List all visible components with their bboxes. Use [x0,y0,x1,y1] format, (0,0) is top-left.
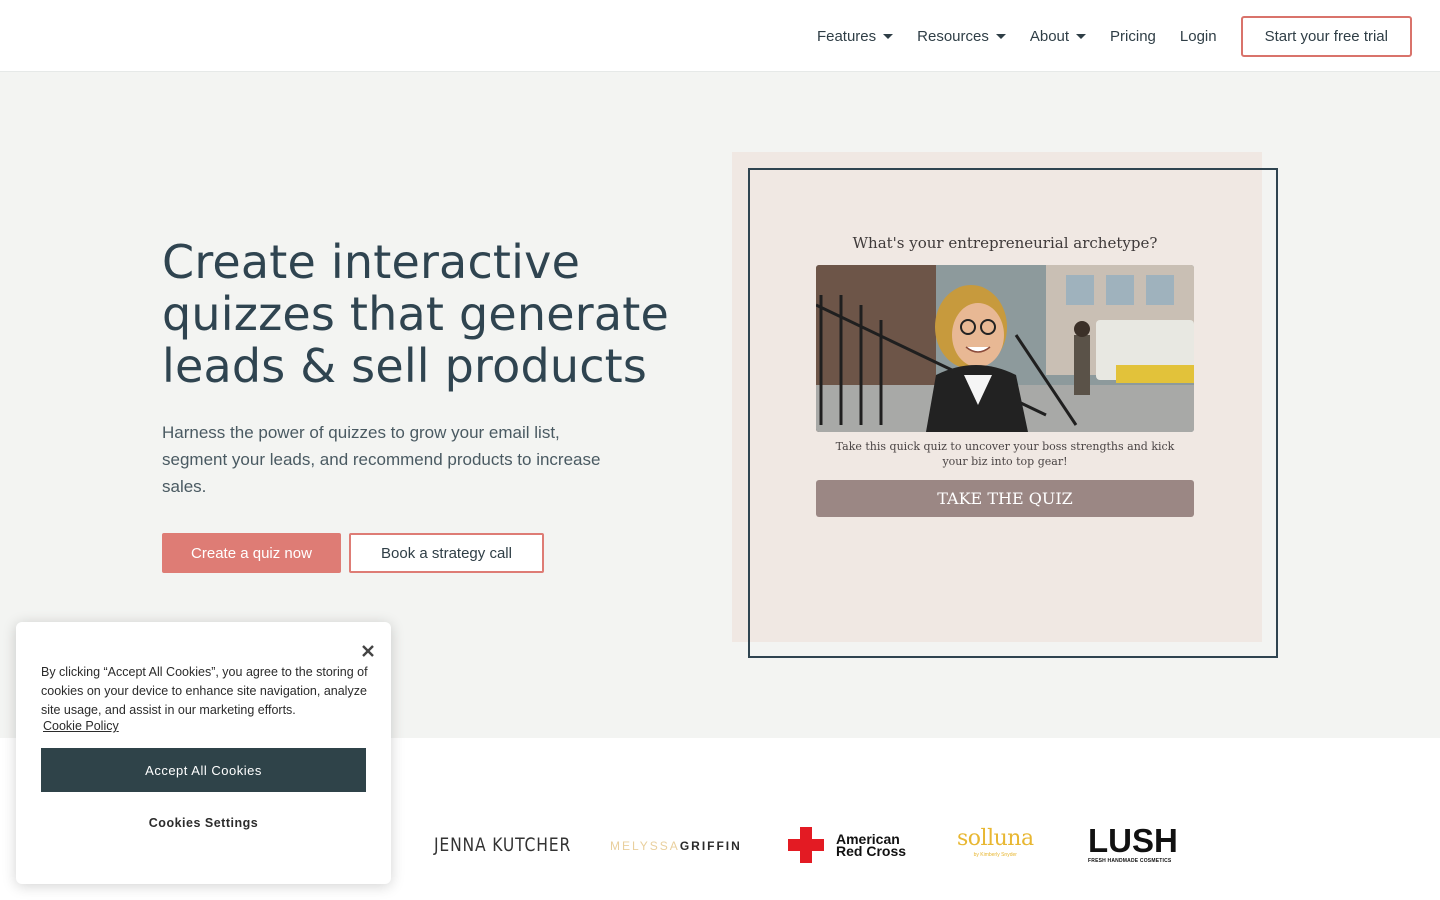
hero-title-line: leads & sell products [162,339,648,393]
nav-pricing[interactable]: Pricing [1110,28,1156,45]
cookie-banner: By clicking “Accept All Cookies”, you ag… [16,622,391,884]
logo-jenna-kutcher: JENNA KUTCHER [434,834,572,856]
logo-solluna-sub: by Kimberly Snyder [973,852,1017,858]
cookie-text: By clicking “Accept All Cookies”, you ag… [41,665,368,717]
main-nav: Features Resources About Pricing Login S… [817,0,1412,72]
logo-melyssa-part: MELYSSA [610,839,680,853]
cookie-policy-link[interactable]: Cookie Policy [43,719,119,733]
site-header: Features Resources About Pricing Login S… [0,0,1440,72]
nav-resources[interactable]: Resources [917,28,1006,45]
chevron-down-icon [883,33,894,39]
logo-arc-text: American Red Cross [836,832,907,859]
create-quiz-button[interactable]: Create a quiz now [162,533,341,573]
logo-lush: LUSH FRESH HANDMADE COSMETICS [1088,822,1178,864]
logo-arc-line: Red Cross [836,843,907,859]
nav-resources-label: Resources [917,27,989,45]
quiz-title: What's your entrepreneurial archetype? [852,234,1158,252]
logo-american-red-cross: American Red Cross [788,827,906,863]
nav-about-label: About [1029,27,1070,45]
logo-lush-name: LUSH [1088,822,1178,859]
start-free-trial-button[interactable]: Start your free trial [1240,15,1412,57]
accept-all-cookies-button[interactable]: Accept All Cookies [41,748,366,792]
nav-pricing-label: Pricing [1110,27,1156,45]
hero-title: Create interactive quizzes that generate… [162,236,702,392]
logo-melyssa-griffin: MELYSSA GRIFFIN [610,839,742,853]
cookies-settings-button[interactable]: Cookies Settings [41,807,366,839]
logo-lush-sub: FRESH HANDMADE COSMETICS [1088,858,1172,864]
smiling-woman-photo [816,265,1194,432]
book-strategy-call-button[interactable]: Book a strategy call [349,533,544,573]
hero-title-line: Create interactive [162,235,581,289]
nav-features-label: Features [816,27,877,45]
nav-login-label: Login [1179,27,1217,45]
chevron-down-icon [995,33,1006,39]
chevron-down-icon [1076,33,1087,39]
logo-solluna: solluna by Kimberly Snyder [957,826,1034,858]
nav-about[interactable]: About [1029,27,1087,45]
red-cross-icon [788,827,824,863]
nav-features[interactable]: Features [816,27,894,45]
nav-login[interactable]: Login [1180,28,1217,45]
take-quiz-button[interactable]: TAKE THE QUIZ [816,480,1194,517]
logo-griffin-part: GRIFFIN [679,839,742,853]
hero-title-line: quizzes that generate [162,287,669,341]
logo-solluna-name: solluna [957,826,1034,851]
quiz-description: Take this quick quiz to uncover your bos… [835,440,1175,468]
close-icon[interactable] [359,642,377,660]
hero-subtitle: Harness the power of quizzes to grow you… [162,423,601,496]
